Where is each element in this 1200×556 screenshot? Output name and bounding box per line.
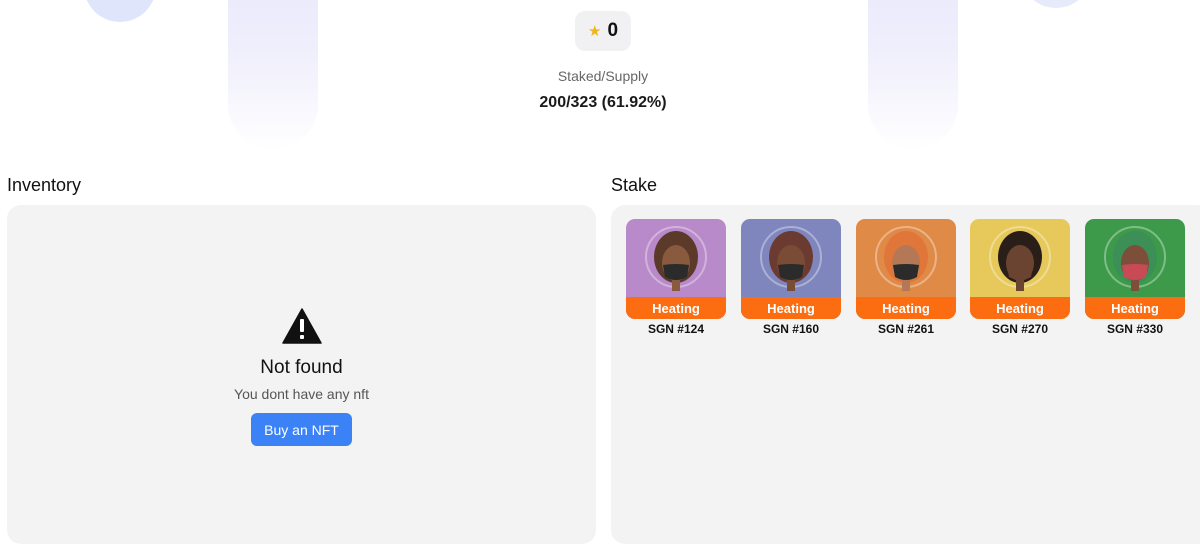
staked-supply-value: 200/323 (61.92%) [539,94,667,111]
inventory-title: Inventory [7,175,82,195]
nft-card[interactable]: Heating SGN #160 [741,219,841,336]
star-icon: ★ [587,22,602,40]
nft-card[interactable]: Heating SGN #270 [970,219,1070,336]
empty-subtitle: You dont have any nft [234,386,369,402]
decorative-circle [1020,0,1092,8]
nft-name: SGN #270 [991,322,1049,336]
status-badge: Heating [1085,297,1185,319]
warning-icon [281,308,322,344]
points-value: 0 [607,20,619,41]
nft-image: Heating [970,219,1070,319]
nft-image: Heating [741,219,841,319]
nft-name: SGN #124 [647,322,705,336]
status-badge: Heating [856,297,956,319]
nft-image: Heating [1085,219,1185,319]
status-badge: Heating [626,297,726,319]
empty-state: Not found You dont have any nft Buy an N… [7,308,596,446]
empty-title: Not found [260,357,343,378]
nft-name: SGN #330 [1106,322,1164,336]
staked-supply-label: Staked/Supply [557,68,649,84]
nft-name: SGN #261 [877,322,935,336]
nft-name: SGN #160 [762,322,820,336]
points-badge: ★ 0 [575,11,631,51]
buy-nft-button[interactable]: Buy an NFT [251,413,352,446]
status-badge: Heating [970,297,1070,319]
status-badge: Heating [741,297,841,319]
stake-title: Stake [611,175,658,195]
nft-card[interactable]: Heating SGN #261 [856,219,956,336]
nft-card[interactable]: Heating SGN #124 [626,219,726,336]
inventory-panel: Not found You dont have any nft Buy an N… [7,205,596,544]
stake-panel: Heating SGN #124 Heating SGN #160 Heatin… [611,205,1200,544]
decorative-circle [84,0,156,22]
nft-card[interactable]: Heating SGN #330 [1085,219,1185,336]
nft-image: Heating [626,219,726,319]
nft-image: Heating [856,219,956,319]
